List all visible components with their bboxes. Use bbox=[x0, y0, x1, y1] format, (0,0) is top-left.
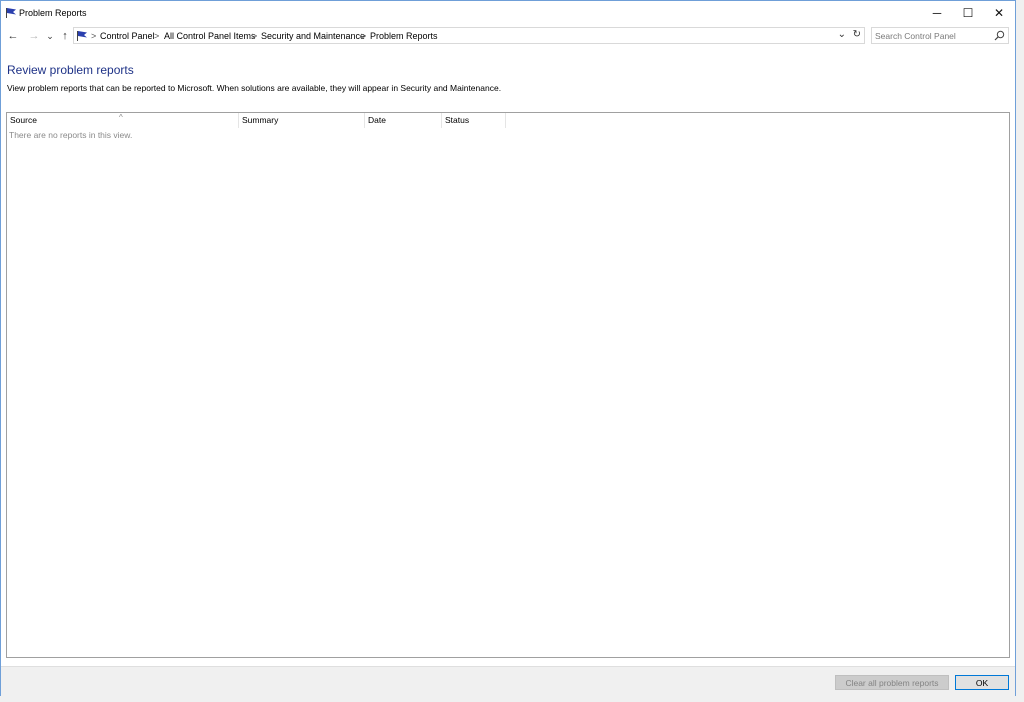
breadcrumb-all-control-panel-items[interactable]: All Control Panel Items bbox=[164, 31, 256, 41]
back-arrow-icon[interactable]: ← bbox=[5, 28, 21, 44]
page-title: Review problem reports bbox=[7, 63, 134, 77]
address-bar[interactable]: > Control Panel > All Control Panel Item… bbox=[73, 27, 865, 44]
breadcrumb-security-and-maintenance[interactable]: Security and Maintenance bbox=[261, 31, 365, 41]
breadcrumb-separator-icon: > bbox=[361, 31, 367, 41]
column-header-summary[interactable]: Summary bbox=[239, 113, 365, 128]
column-header-source[interactable]: Source ^ bbox=[7, 113, 239, 128]
close-button[interactable]: ✕ bbox=[983, 1, 1015, 25]
breadcrumb-problem-reports[interactable]: Problem Reports bbox=[370, 31, 438, 41]
forward-arrow-icon[interactable]: → bbox=[26, 28, 42, 44]
problem-reports-window: Problem Reports ─ ☐ ✕ ← → ⌄ ↑ > Control … bbox=[0, 0, 1016, 697]
page-description: View problem reports that can be reporte… bbox=[7, 83, 502, 93]
title-bar: Problem Reports ─ ☐ ✕ bbox=[1, 1, 1015, 25]
minimize-button[interactable]: ─ bbox=[921, 1, 953, 25]
search-input[interactable] bbox=[875, 30, 990, 41]
problem-reports-list[interactable]: Source ^ Summary Date Status There are n… bbox=[6, 112, 1010, 658]
column-header-date[interactable]: Date bbox=[365, 113, 442, 128]
column-header-label: Summary bbox=[242, 115, 279, 125]
up-arrow-icon[interactable]: ↑ bbox=[57, 28, 73, 44]
clear-all-problem-reports-button[interactable]: Clear all problem reports bbox=[835, 675, 949, 690]
column-header-status[interactable]: Status bbox=[442, 113, 506, 128]
column-header-label: Status bbox=[445, 115, 470, 125]
breadcrumb-separator-icon: > bbox=[154, 31, 160, 41]
sort-ascending-icon: ^ bbox=[119, 113, 123, 122]
dialog-footer: Clear all problem reports OK bbox=[1, 666, 1015, 697]
refresh-icon[interactable]: ↻ bbox=[853, 29, 861, 40]
search-icon[interactable] bbox=[994, 30, 1005, 41]
maximize-button[interactable]: ☐ bbox=[952, 1, 984, 25]
column-header-label: Date bbox=[368, 115, 386, 125]
recent-locations-chevron-icon[interactable]: ⌄ bbox=[42, 28, 58, 44]
breadcrumb-separator-icon: > bbox=[91, 31, 97, 41]
breadcrumb-separator-icon: > bbox=[252, 31, 258, 41]
column-header-label: Source bbox=[10, 115, 37, 125]
empty-list-message: There are no reports in this view. bbox=[9, 130, 133, 140]
control-panel-flag-icon bbox=[77, 31, 87, 41]
address-dropdown-chevron-icon[interactable]: ⌄ bbox=[838, 29, 846, 40]
flag-icon bbox=[6, 8, 16, 18]
ok-button[interactable]: OK bbox=[955, 675, 1009, 690]
breadcrumb-control-panel[interactable]: Control Panel bbox=[100, 31, 155, 41]
search-box[interactable] bbox=[871, 27, 1009, 44]
address-row: ← → ⌄ ↑ > Control Panel > All Control Pa… bbox=[1, 25, 1015, 47]
window-title: Problem Reports bbox=[19, 8, 87, 18]
